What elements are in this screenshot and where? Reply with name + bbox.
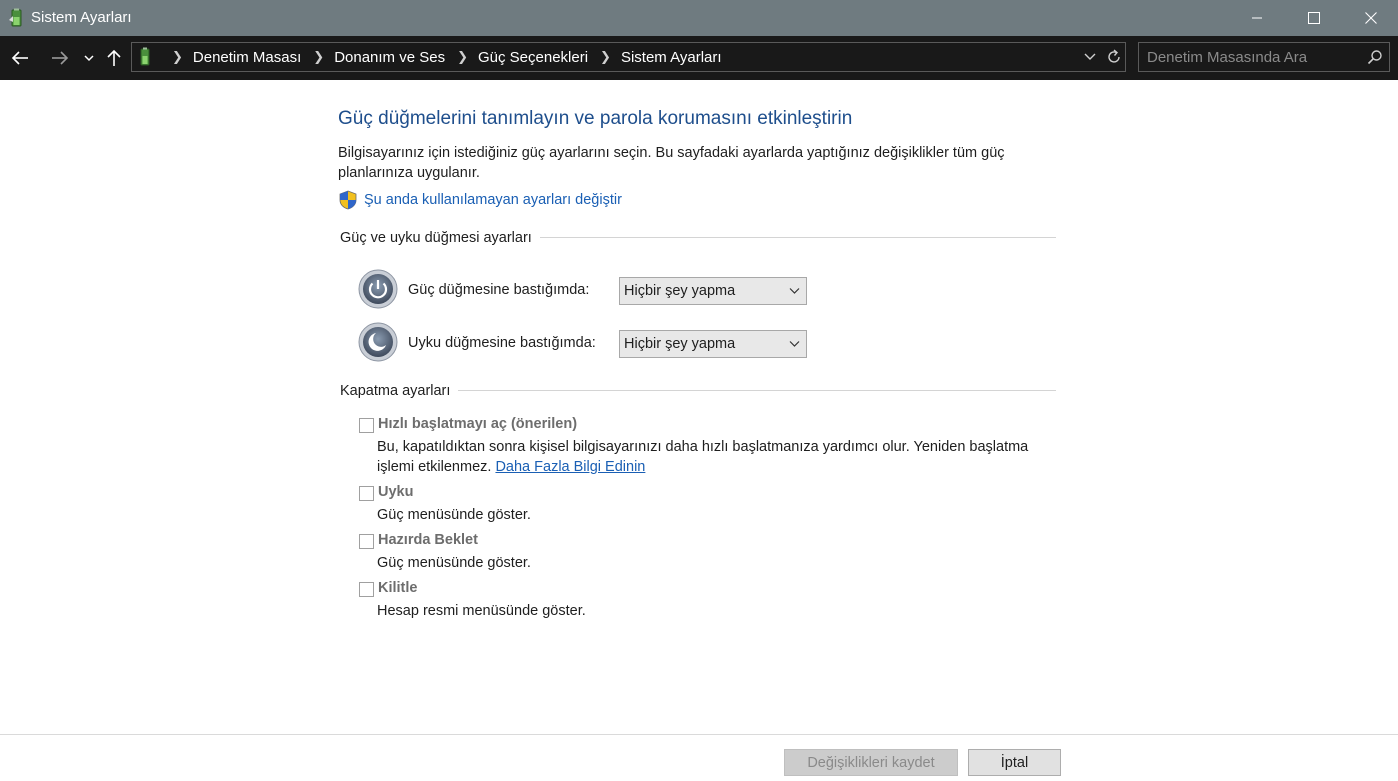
- sleep-checkbox[interactable]: [359, 486, 374, 501]
- power-sleep-group-title: Güç ve uyku düğmesi ayarları: [340, 230, 540, 246]
- breadcrumb-separator-icon: ❯: [457, 49, 468, 64]
- close-button[interactable]: [1342, 0, 1398, 36]
- power-button-action-value: Hiçbir şey yapma: [624, 283, 736, 299]
- sleep-button-icon: [358, 322, 398, 362]
- power-button-action-select[interactable]: Hiçbir şey yapma: [619, 277, 807, 305]
- back-button[interactable]: [8, 45, 32, 71]
- power-options-icon: [140, 47, 150, 66]
- title-bar: Sistem Ayarları: [0, 0, 1398, 36]
- refresh-icon[interactable]: [1105, 48, 1123, 66]
- hibernate-checkbox[interactable]: [359, 534, 374, 549]
- breadcrumb-power-options[interactable]: Güç Seçenekleri: [478, 49, 588, 66]
- search-icon[interactable]: [1367, 49, 1383, 65]
- address-dropdown-chevron-icon[interactable]: [1084, 52, 1096, 62]
- sleep-option-description: Güç menüsünde göster.: [377, 507, 531, 523]
- chevron-down-icon: [789, 341, 800, 347]
- address-bar[interactable]: ❯ Denetim Masası ❯ Donanım ve Ses ❯ Güç …: [131, 42, 1126, 72]
- window-title: Sistem Ayarları: [31, 9, 132, 26]
- change-unavailable-settings-link[interactable]: Şu anda kullanılamayan ayarları değiştir: [338, 190, 622, 210]
- forward-arrow-icon: [52, 51, 69, 65]
- page-title: Güç düğmelerini tanımlayın ve parola kor…: [338, 108, 853, 129]
- up-arrow-icon: [107, 49, 121, 66]
- up-button[interactable]: [104, 45, 124, 71]
- uac-shield-icon: [339, 190, 357, 210]
- breadcrumb: ❯ Denetim Masası ❯ Donanım ve Ses ❯ Güç …: [160, 43, 722, 71]
- navigation-bar: ❯ Denetim Masası ❯ Donanım ve Ses ❯ Güç …: [0, 36, 1398, 80]
- chevron-down-icon: [789, 288, 800, 294]
- fast-startup-description: Bu, kapatıldıktan sonra kişisel bilgisay…: [377, 437, 1057, 477]
- change-unavailable-settings-label[interactable]: Şu anda kullanılamayan ayarları değiştir: [364, 192, 622, 208]
- sleep-option-title: Uyku: [378, 484, 414, 500]
- breadcrumb-hardware-and-sound[interactable]: Donanım ve Ses: [334, 49, 445, 66]
- minimize-icon: [1252, 17, 1262, 19]
- sleep-button-label: Uyku düğmesine bastığımda:: [408, 335, 596, 351]
- power-options-icon: [9, 8, 22, 27]
- breadcrumb-separator-icon: ❯: [600, 49, 611, 64]
- fast-startup-checkbox[interactable]: [359, 418, 374, 433]
- search-input[interactable]: [1147, 47, 1357, 67]
- breadcrumb-separator-icon: ❯: [172, 49, 183, 64]
- shutdown-group-title: Kapatma ayarları: [340, 383, 459, 399]
- save-changes-button[interactable]: Değişiklikleri kaydet: [784, 749, 958, 776]
- close-icon: [1365, 12, 1377, 24]
- breadcrumb-system-settings[interactable]: Sistem Ayarları: [621, 49, 722, 66]
- hibernate-option-description: Güç menüsünde göster.: [377, 555, 531, 571]
- chevron-down-icon: [84, 55, 94, 62]
- fast-startup-description-text: Bu, kapatıldıktan sonra kişisel bilgisay…: [377, 439, 1029, 475]
- fast-startup-title: Hızlı başlatmayı aç (önerilen): [378, 416, 578, 432]
- footer-divider: [0, 734, 1398, 735]
- sleep-button-action-select[interactable]: Hiçbir şey yapma: [619, 330, 807, 358]
- lock-checkbox[interactable]: [359, 582, 374, 597]
- search-box[interactable]: [1138, 42, 1390, 72]
- hibernate-option-title: Hazırda Beklet: [378, 532, 478, 548]
- forward-button[interactable]: [48, 45, 72, 71]
- cancel-button[interactable]: İptal: [968, 749, 1061, 776]
- lock-option-description: Hesap resmi menüsünde göster.: [377, 603, 586, 619]
- minimize-button[interactable]: [1228, 0, 1286, 36]
- maximize-button[interactable]: [1285, 0, 1343, 36]
- back-arrow-icon: [11, 51, 28, 65]
- breadcrumb-control-panel[interactable]: Denetim Masası: [193, 49, 301, 66]
- power-button-label: Güç düğmesine bastığımda:: [408, 282, 590, 298]
- power-button-icon: [358, 269, 398, 309]
- breadcrumb-separator-icon: ❯: [313, 49, 325, 64]
- maximize-icon: [1308, 12, 1320, 24]
- lock-option-title: Kilitle: [378, 580, 418, 596]
- learn-more-link[interactable]: Daha Fazla Bilgi Edinin: [495, 459, 645, 475]
- page-description: Bilgisayarınız için istediğiniz güç ayar…: [338, 145, 1005, 181]
- sleep-button-action-value: Hiçbir şey yapma: [624, 336, 736, 352]
- recent-locations-button[interactable]: [82, 45, 96, 71]
